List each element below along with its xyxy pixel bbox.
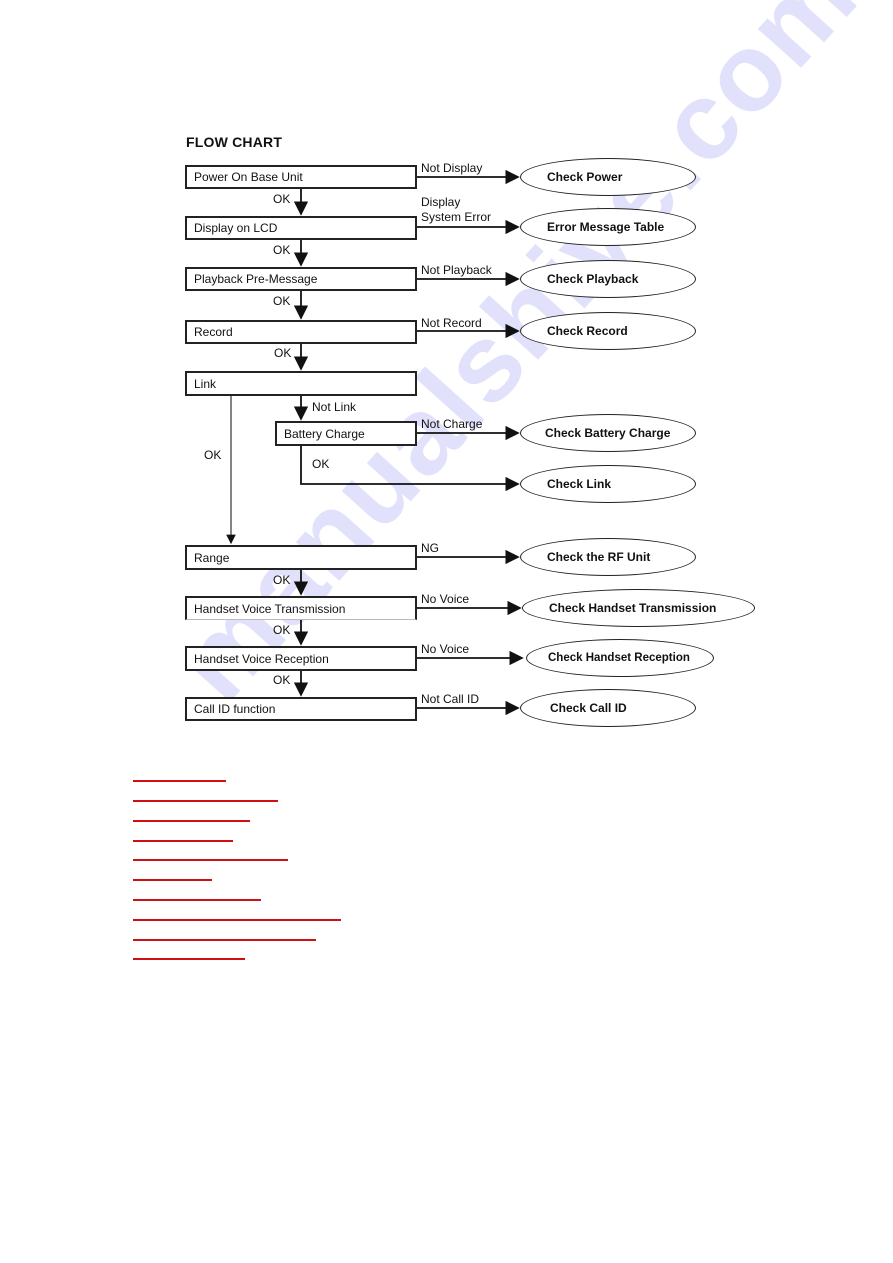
step-power-on-base-unit: Power On Base Unit	[185, 165, 417, 189]
ok-label: OK	[273, 623, 291, 637]
step-playback-pre-message: Playback Pre-Message	[185, 267, 417, 291]
result-check-rf-unit: Check the RF Unit	[520, 538, 696, 576]
result-check-battery-charge: Check Battery Charge	[520, 414, 696, 452]
hyperlink[interactable]	[133, 958, 245, 960]
hyperlink[interactable]	[133, 840, 233, 842]
fail-label: Not Playback	[421, 263, 492, 277]
result-check-link: Check Link	[520, 465, 696, 503]
result-check-record: Check Record	[520, 312, 696, 350]
step-handset-voice-transmission: Handset Voice Transmission	[185, 596, 417, 620]
result-check-handset-transmission: Check Handset Transmission	[522, 589, 755, 627]
hyperlink[interactable]	[133, 820, 250, 822]
ok-label: OK	[273, 192, 291, 206]
ok-label: OK	[204, 448, 222, 462]
hyperlink[interactable]	[133, 939, 316, 941]
not-link-label: Not Link	[312, 400, 357, 414]
ok-label: OK	[273, 673, 291, 687]
ok-label: OK	[273, 243, 291, 257]
fail-label: Not Charge	[421, 417, 483, 431]
fail-label: Not Display	[421, 161, 483, 175]
fail-label-2: System Error	[421, 210, 492, 224]
step-battery-charge: Battery Charge	[275, 421, 417, 446]
hyperlink[interactable]	[133, 899, 261, 901]
fail-label: Not Call ID	[421, 692, 480, 706]
ok-label: OK	[274, 346, 292, 360]
connector-lines	[226, 169, 524, 716]
result-check-handset-reception: Check Handset Reception	[526, 639, 714, 677]
step-display-on-lcd: Display on LCD	[185, 216, 417, 240]
battery-ok-arrow	[300, 445, 520, 492]
ok-label: OK	[273, 573, 291, 587]
hyperlink[interactable]	[133, 859, 288, 861]
step-call-id-function: Call ID function	[185, 697, 417, 721]
result-check-power: Check Power	[520, 158, 696, 196]
fail-label: No Voice	[421, 592, 470, 606]
fail-label: No Voice	[421, 642, 470, 656]
result-error-message-table: Error Message Table	[520, 208, 696, 246]
hyperlink[interactable]	[133, 780, 226, 782]
step-link: Link	[185, 371, 417, 396]
ok-label: OK	[273, 294, 291, 308]
ok-label: OK	[312, 457, 330, 471]
hyperlink[interactable]	[133, 919, 341, 921]
fail-label: NG	[421, 541, 439, 555]
step-record: Record	[185, 320, 417, 344]
result-check-call-id: Check Call ID	[520, 689, 696, 727]
result-check-playback: Check Playback	[520, 260, 696, 298]
fail-label: Not Record	[421, 316, 482, 330]
step-range: Range	[185, 545, 417, 570]
fail-label: Display	[421, 195, 461, 209]
hyperlink[interactable]	[133, 879, 212, 881]
step-handset-voice-reception: Handset Voice Reception	[185, 646, 417, 671]
hyperlink[interactable]	[133, 800, 278, 802]
